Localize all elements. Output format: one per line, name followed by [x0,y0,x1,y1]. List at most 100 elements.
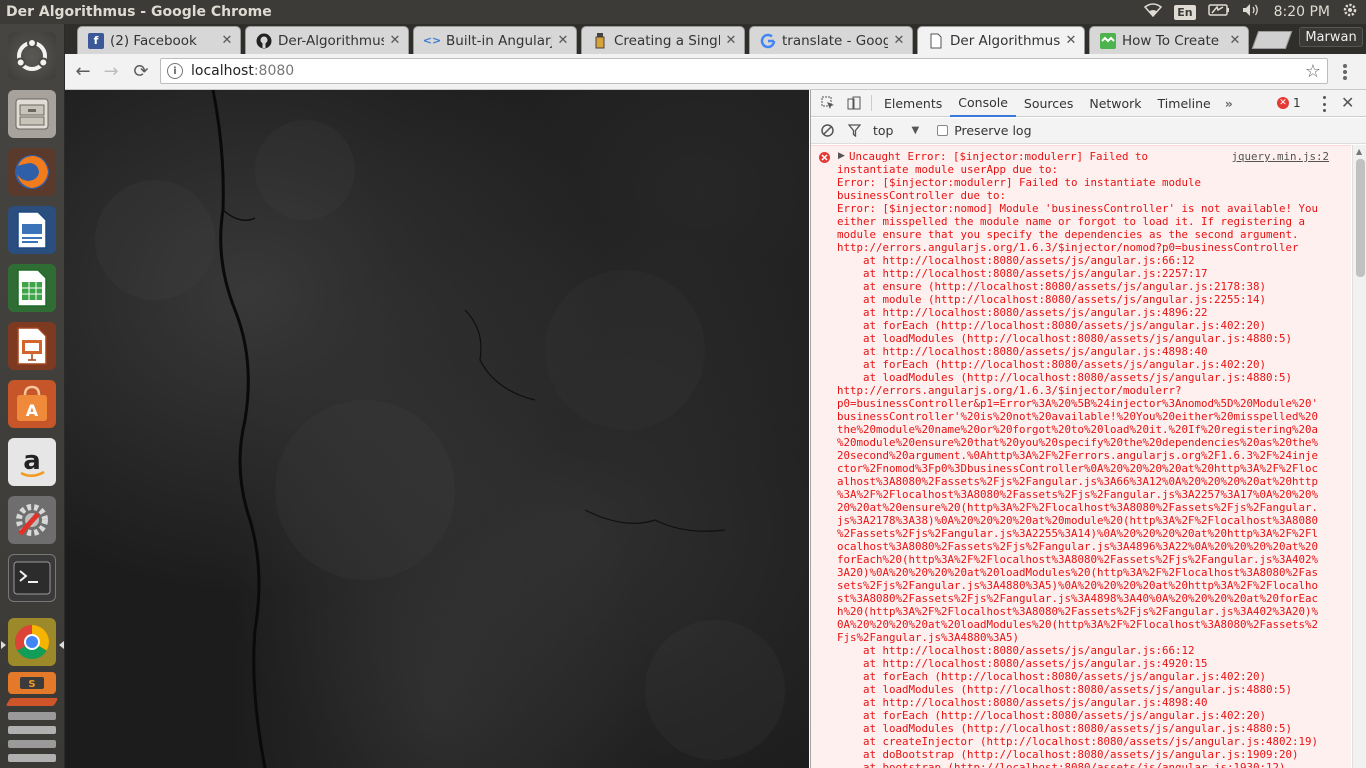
clear-console-icon[interactable] [821,124,834,137]
devtools-close-icon[interactable]: ✕ [1341,93,1354,112]
scrollbar-thumb[interactable] [1356,159,1365,277]
reload-icon[interactable]: ⟳ [127,58,155,86]
inspect-element-icon[interactable] [815,90,841,117]
browser-tab[interactable]: Der-Algorithmus ✕ [245,26,409,54]
filter-funnel-icon[interactable] [848,124,861,137]
settings-wrench-icon [16,504,48,536]
console-scrollbar[interactable]: ▲ [1352,145,1366,768]
console-filter-bar: top ▼ Preserve log [811,118,1366,144]
chrome-launcher[interactable] [8,618,56,666]
sublime-text-launcher[interactable]: S [8,672,56,694]
error-count: 1 [1293,96,1301,110]
execution-context-select[interactable]: top [873,123,893,138]
tab-label: (2) Facebook [110,32,197,49]
page-viewport [65,90,809,768]
svg-text:A: A [26,401,39,420]
tab-close-icon[interactable]: ✕ [1228,33,1242,48]
impress-launcher[interactable] [8,322,56,370]
address-bar[interactable]: i localhost:8080 ☆ [160,58,1328,84]
launcher-overflow-stack[interactable] [5,696,59,768]
concrete-texture-background [95,90,785,768]
system-tray: En 8:20 PM [1144,2,1366,22]
browser-tab[interactable]: Creating a Single ✕ [581,26,745,54]
error-count-badge[interactable]: ✕ 1 [1277,96,1301,110]
tab-label: Der-Algorithmus [278,32,384,49]
tab-elements[interactable]: Elements [876,90,950,117]
site-info-icon[interactable]: i [167,63,183,79]
tab-label: Creating a Single [614,32,720,49]
sublime-text-icon: S [20,677,44,690]
window-title: Der Algorithmus - Google Chrome [6,4,272,20]
browser-tab[interactable]: How To Create a ✕ [1089,26,1249,54]
chrome-running-indicator [1,641,6,649]
forward-arrow-icon[interactable]: → [97,58,125,86]
tab-close-icon[interactable]: ✕ [1064,33,1078,48]
clock[interactable]: 8:20 PM [1274,4,1330,20]
browser-tab[interactable]: <> Built-in AngularJ ✕ [413,26,577,54]
file-cabinet-icon [15,98,49,130]
profile-button[interactable]: Marwan [1299,27,1363,47]
devtools-panel: Elements Console Sources Network Timelin… [810,90,1366,768]
context-dropdown-arrow-icon[interactable]: ▼ [911,125,919,136]
tab-label: How To Create a [1122,32,1224,49]
more-tabs-chevron-icon[interactable]: » [1219,96,1239,111]
tab-sources[interactable]: Sources [1016,90,1081,117]
unity-launcher: A a S [0,24,65,768]
terminal-launcher[interactable] [8,554,56,602]
browser-toolbar: ← → ⟳ i localhost:8080 ☆ [65,54,1366,90]
bookmark-star-icon[interactable]: ☆ [1305,61,1321,82]
facebook-icon: f [88,32,104,49]
system-settings-launcher[interactable] [8,496,56,544]
terminal-icon [13,561,51,595]
tab-console[interactable]: Console [950,90,1016,117]
tab-close-icon[interactable]: ✕ [556,33,570,48]
preserve-log-checkbox[interactable] [937,125,949,136]
wifi-icon[interactable] [1144,3,1163,21]
calc-launcher[interactable] [8,264,56,312]
writer-launcher[interactable] [8,206,56,254]
tab-close-icon[interactable]: ✕ [388,33,402,48]
tab-network[interactable]: Network [1081,90,1149,117]
tab-label: Der Algorithmus [950,32,1060,49]
ubuntu-logo-icon [15,38,49,71]
console-error-message[interactable]: ▶ jquery.min.js:2 Uncaught Error: [$inje… [811,145,1351,768]
session-gear-icon[interactable] [1342,2,1358,22]
tab-close-icon[interactable]: ✕ [724,33,738,48]
volume-icon[interactable] [1242,3,1262,21]
chrome-menu-icon[interactable] [1335,62,1355,82]
github-icon [256,33,272,49]
tab-strip: f (2) Facebook ✕ Der-Algorithmus ✕ <> Bu… [65,24,1366,54]
back-arrow-icon[interactable]: ← [69,58,97,86]
chrome-focused-indicator [59,641,64,649]
tab-label: translate - Googl [782,32,888,49]
console-output: ▶ jquery.min.js:2 Uncaught Error: [$inje… [811,145,1366,768]
ubuntu-dash-button[interactable] [8,32,56,80]
google-icon [760,33,776,49]
devtools-menu-icon[interactable] [1319,96,1329,112]
files-launcher[interactable] [8,90,56,138]
webpack-icon [1100,32,1116,49]
tab-timeline[interactable]: Timeline [1150,90,1219,117]
tab-close-icon[interactable]: ✕ [892,33,906,48]
address-host: localhost [191,63,254,79]
devtools-tabbar: Elements Console Sources Network Timelin… [811,90,1366,117]
software-center-launcher[interactable]: A [8,380,56,428]
angular-icon: <> [422,34,442,47]
keyboard-layout-indicator[interactable]: En [1174,4,1196,20]
battery-icon[interactable] [1207,4,1230,20]
new-tab-button[interactable] [1251,31,1293,49]
amazon-icon: a [20,446,45,477]
svg-text:a: a [23,446,41,476]
error-icon: ✕ [1277,97,1289,109]
scotch-icon [592,32,608,49]
browser-tab[interactable]: f (2) Facebook ✕ [77,26,241,54]
scroll-up-arrow-icon[interactable]: ▲ [1356,147,1362,156]
browser-tab-active[interactable]: Der Algorithmus ✕ [917,26,1085,54]
svg-text:S: S [28,679,35,690]
browser-tab[interactable]: translate - Googl ✕ [749,26,913,54]
tab-close-icon[interactable]: ✕ [220,33,234,48]
amazon-launcher[interactable]: a [8,438,56,486]
device-toolbar-icon[interactable] [841,90,867,117]
shopping-bag-icon: A [17,385,47,421]
firefox-launcher[interactable] [8,148,56,196]
